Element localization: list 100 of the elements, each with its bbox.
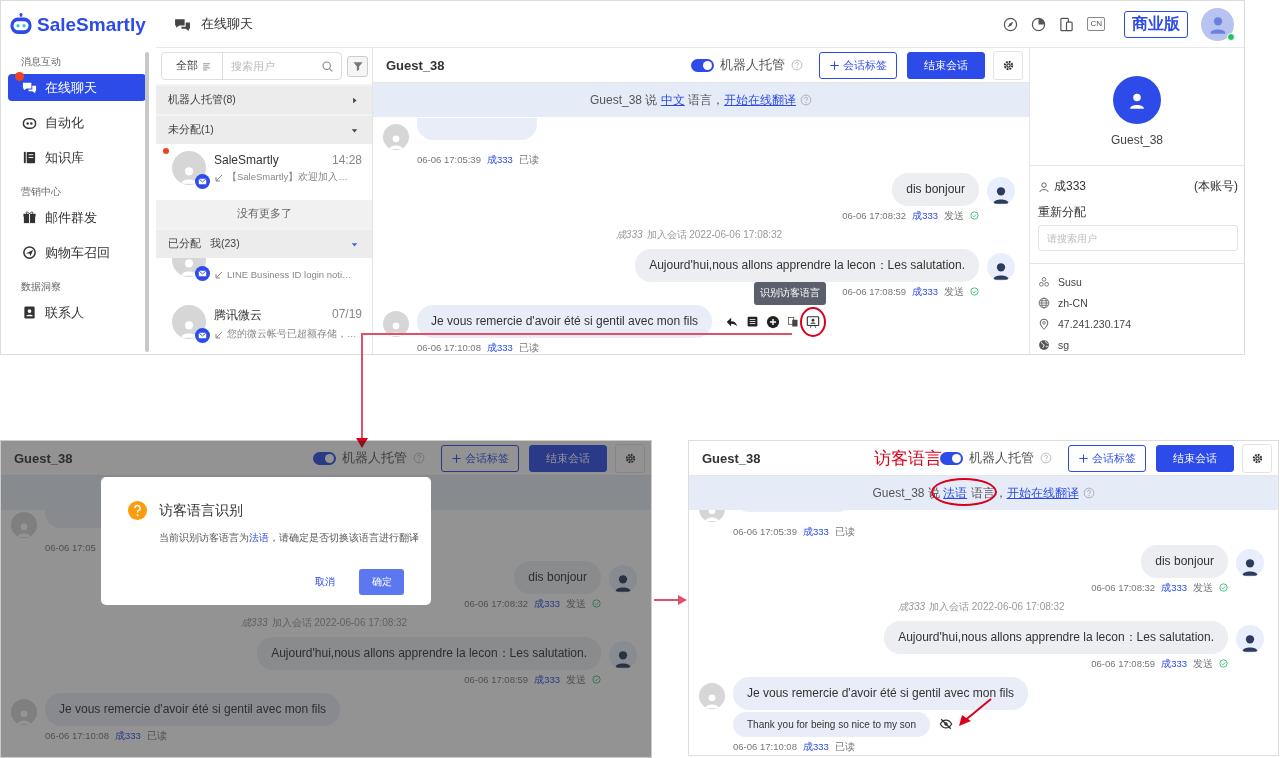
timestamp: 14:28 xyxy=(331,153,362,167)
visitor-name: Guest_38 xyxy=(14,450,73,466)
edition-button[interactable]: 商业版 xyxy=(1124,10,1188,38)
agent-name: 成333 xyxy=(615,229,643,241)
timestamp: 06-06 17:10:08 xyxy=(45,730,109,741)
message-status: 发送 xyxy=(566,598,586,609)
translate-link[interactable]: 开始在线翻译 xyxy=(724,92,797,107)
agent-name[interactable]: 成333 xyxy=(1161,658,1187,669)
message-status: 已读 xyxy=(518,154,539,165)
owner-name: 成333 xyxy=(1054,178,1087,195)
message-bubble: Je vous remercie d'avoir été si gentil avec mon fils xyxy=(733,677,1029,710)
attribute-value: Susu xyxy=(1058,276,1082,288)
group-title: 已分配 xyxy=(168,237,201,251)
group-header[interactable]: 未分配(1) xyxy=(156,116,372,144)
visitor-name: Guest_38 xyxy=(702,450,761,466)
message-preview: 您的微云帐号已超额存储，… xyxy=(227,328,357,341)
message-status: 已读 xyxy=(518,342,539,353)
translation-bubble: Thank you for being so nice to my son xyxy=(733,712,930,737)
timestamp: 06-06 17:10:08 xyxy=(417,342,481,353)
agent-name: 成333 xyxy=(898,601,925,613)
agent-name[interactable]: 成333 xyxy=(912,210,938,221)
confirm-button[interactable]: 确定 xyxy=(359,569,404,595)
group-title: 未分配(1) xyxy=(168,123,214,137)
attribute-value: 47.241.230.174 xyxy=(1058,318,1131,330)
nav-item[interactable]: 在线聊天 xyxy=(8,74,146,101)
group-header[interactable]: 已分配 我(23) xyxy=(156,230,372,258)
agent-name[interactable]: 成333 xyxy=(486,154,513,165)
tooltip: 识别访客语言 xyxy=(754,281,827,305)
message-status: 发送 xyxy=(1193,658,1213,669)
agent-name[interactable]: 成333 xyxy=(114,730,141,741)
search-field[interactable]: 搜索用户 xyxy=(229,59,321,73)
reassign-field[interactable]: 请搜索用户 xyxy=(1038,225,1238,251)
cancel-button[interactable]: 取消 xyxy=(311,571,339,593)
agent-name[interactable]: 成333 xyxy=(486,342,513,353)
section-heading: 数据洞察 xyxy=(20,280,62,294)
timestamp: 06-06 17:05:39 xyxy=(733,526,797,537)
message-status: 发送 xyxy=(944,210,964,221)
group-owner: 我(23) xyxy=(210,237,240,251)
translate-link[interactable]: 开始在线翻译 xyxy=(1006,485,1079,500)
tag-button[interactable]: 会话标签 xyxy=(441,444,519,472)
visitor-name: Guest_38 xyxy=(386,57,445,73)
nav-item[interactable]: 邮件群发 xyxy=(8,204,146,231)
message-status: 已读 xyxy=(834,526,855,537)
contact-name: 腾讯微云 xyxy=(214,307,262,324)
bot-label: 机器人托管 xyxy=(342,449,407,467)
page-title: 在线聊天 xyxy=(201,15,253,33)
attribute-value: sg xyxy=(1058,339,1070,351)
search-bar[interactable]: 全部 搜索用户 xyxy=(161,52,342,80)
callout-label: 访客语言 xyxy=(874,449,942,469)
agent-name[interactable]: 成333 xyxy=(802,526,829,537)
agent-name[interactable]: 成333 xyxy=(802,741,829,752)
nav-item[interactable]: 自动化 xyxy=(8,109,146,136)
system-message: 加入会话 2022-06-06 17:08:32 xyxy=(929,601,1065,613)
section-heading: 消息互动 xyxy=(20,55,62,69)
message-bubble: Aujourd'hui,nous allons apprendre la lecon：Les salutation. xyxy=(635,249,979,282)
message-bubble: dis bonjour xyxy=(1141,545,1228,578)
end-chat-button[interactable]: 结束会话 xyxy=(907,51,985,79)
language-link[interactable]: 法语 xyxy=(943,485,968,500)
attribute-value: zh-CN xyxy=(1058,297,1088,309)
timestamp: 06-06 17:10:08 xyxy=(733,741,797,752)
message-bubble: Je vous remercie d'avoir été si gentil avec mon fils xyxy=(45,693,341,726)
translation-notice: Guest_38 说 中文 语言，开始在线翻译 xyxy=(589,91,797,109)
nav-item[interactable]: 联系人 xyxy=(8,299,146,326)
nav-item[interactable]: 购物车召回 xyxy=(8,239,146,266)
agent-name[interactable]: 成333 xyxy=(534,598,560,609)
dialog-title: 访客语言识别 xyxy=(159,501,243,520)
message-bubble: dis bonjour xyxy=(892,173,979,206)
tag-button[interactable]: 会话标签 xyxy=(1068,444,1146,472)
agent-name[interactable]: 成333 xyxy=(1161,582,1187,593)
agent-name[interactable]: 成333 xyxy=(534,674,560,685)
timestamp: 06-06 17:08:59 xyxy=(842,286,907,297)
end-chat-button[interactable]: 结束会话 xyxy=(1156,444,1234,472)
timestamp: 06-06 17:05 xyxy=(45,542,96,553)
message-status: 发送 xyxy=(566,674,586,685)
message-bubble: Aujourd'hui,nous allons apprendre la lecon：Les salutation. xyxy=(884,621,1228,654)
system-message: 加入会话 2022-06-06 17:08:32 xyxy=(646,229,783,241)
end-chat-button[interactable]: 结束会话 xyxy=(529,444,607,472)
reassign-label: 重新分配 xyxy=(1038,204,1087,221)
nav-item[interactable]: 知识库 xyxy=(8,144,146,171)
timestamp: 06-06 17:08:32 xyxy=(842,210,907,221)
group-header[interactable]: 机器人托管(8) xyxy=(156,86,372,114)
language-link[interactable]: 中文 xyxy=(660,92,685,107)
timestamp: 06-06 17:08:59 xyxy=(464,674,529,685)
contact-name: SaleSmartly xyxy=(214,153,279,167)
tag-button[interactable]: 会话标签 xyxy=(819,51,897,79)
message-status: 发送 xyxy=(1193,582,1213,593)
dialog-message: 当前识别访客语言为法语，请确定是否切换该语言进行翻译 xyxy=(159,532,419,545)
logo-text: SaleSmartly xyxy=(37,13,146,36)
visitor-name: Guest_38 xyxy=(1110,133,1163,147)
owner-note: (本账号) xyxy=(1194,178,1238,195)
language-button[interactable]: CN xyxy=(1087,17,1105,31)
timestamp: 06-06 17:05:39 xyxy=(417,154,481,165)
agent-name[interactable]: 成333 xyxy=(912,286,938,297)
group-title: 机器人托管(8) xyxy=(168,93,236,107)
timestamp: 07/19 xyxy=(331,307,362,323)
timestamp: 06-06 17:08:32 xyxy=(464,598,529,609)
filter-label[interactable]: 全部 xyxy=(176,59,198,73)
message-status: 已读 xyxy=(834,741,855,752)
message-status: 发送 xyxy=(944,286,964,297)
bot-label: 机器人托管 xyxy=(720,56,785,74)
